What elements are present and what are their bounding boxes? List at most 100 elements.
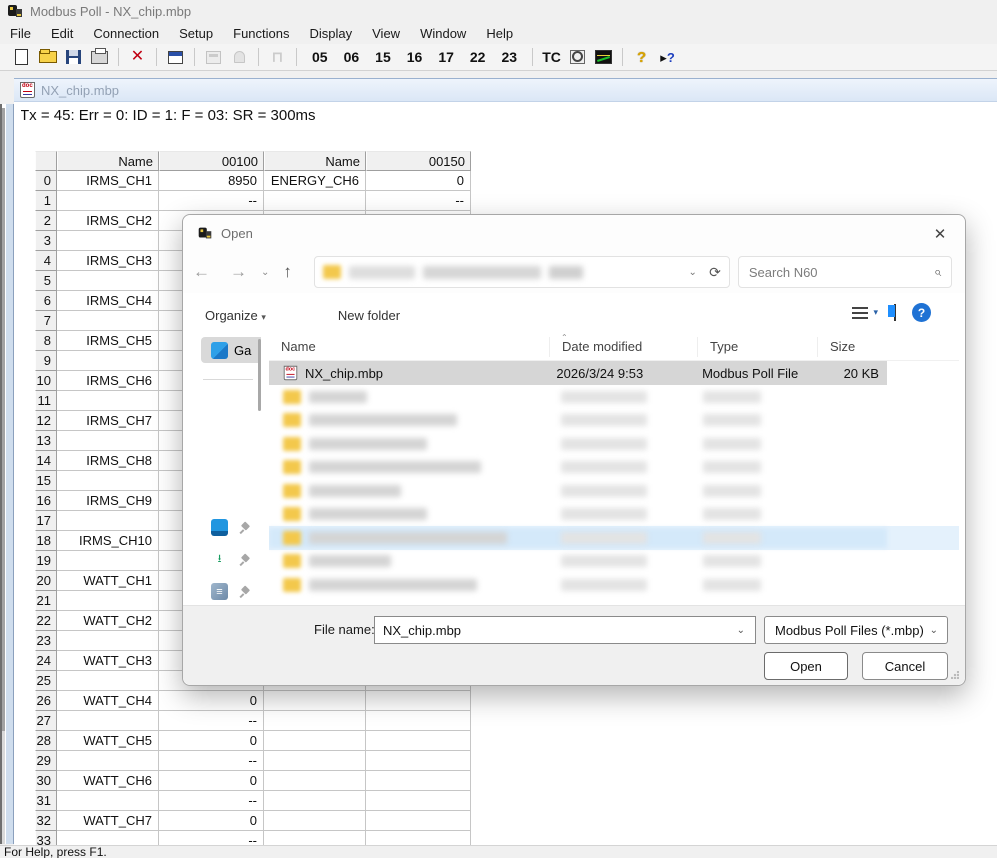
chart-icon[interactable] [592, 46, 615, 68]
back-icon[interactable]: ← [183, 262, 220, 282]
grid-cell[interactable]: IRMS_CH5 [57, 331, 159, 351]
grid-cell[interactable]: ENERGY_CH6 [264, 171, 366, 191]
redacted-row[interactable] [269, 385, 959, 409]
grid-cell[interactable] [57, 791, 159, 811]
sidebar-scrollbar[interactable] [258, 339, 261, 411]
pulse-icon[interactable]: ⊓ [266, 46, 289, 68]
grid-cell[interactable]: IRMS_CH9 [57, 491, 159, 511]
grid-cell[interactable]: 0 [159, 811, 264, 831]
address-bar[interactable]: ⌄ ⟳ [314, 256, 730, 288]
new-folder-button[interactable]: New folder [328, 308, 410, 323]
grid-cell[interactable] [57, 391, 159, 411]
grid-cell[interactable] [264, 731, 366, 751]
grid-cell[interactable] [57, 671, 159, 691]
redacted-row[interactable] [269, 432, 959, 456]
column-header-type[interactable]: Type [697, 337, 817, 357]
function-button-17[interactable]: 17 [434, 49, 458, 65]
sidebar-item-desktop[interactable] [211, 519, 250, 536]
grid-cell[interactable] [366, 711, 471, 731]
column-header-size[interactable]: Size [817, 337, 897, 357]
grid-cell[interactable]: WATT_CH4 [57, 691, 159, 711]
function-button-15[interactable]: 15 [371, 49, 395, 65]
grid-cell[interactable] [57, 751, 159, 771]
menu-item-setup[interactable]: Setup [169, 23, 223, 44]
grid-cell[interactable]: -- [159, 791, 264, 811]
grid-cell[interactable]: WATT_CH3 [57, 651, 159, 671]
grid-cell[interactable] [57, 271, 159, 291]
forward-icon[interactable]: → [220, 262, 257, 282]
organize-button[interactable]: Organize ▾ [195, 308, 276, 323]
grid-cell[interactable] [57, 471, 159, 491]
grid-cell[interactable] [57, 191, 159, 211]
vertical-scrollbar[interactable] [0, 104, 21, 844]
grid-cell[interactable]: WATT_CH7 [57, 811, 159, 831]
grid-cell[interactable]: 0 [159, 731, 264, 751]
resize-grip[interactable] [951, 671, 959, 679]
context-help-icon[interactable]: ▸? [656, 46, 679, 68]
close-icon[interactable]: ✕ [929, 223, 951, 245]
grid-cell[interactable]: IRMS_CH10 [57, 531, 159, 551]
sidebar-item-downloads[interactable]: ⭳ [211, 551, 250, 568]
grid-cell[interactable] [366, 691, 471, 711]
redacted-row-highlighted[interactable] [269, 526, 959, 550]
redacted-row[interactable] [269, 503, 959, 527]
grid-cell[interactable]: WATT_CH2 [57, 611, 159, 631]
grid-cell[interactable]: WATT_CH1 [57, 571, 159, 591]
open-button[interactable]: Open [764, 652, 848, 680]
redacted-row[interactable] [269, 456, 959, 480]
grid-cell[interactable]: -- [159, 191, 264, 211]
up-icon[interactable]: ↑ [273, 262, 302, 282]
grid-cell[interactable]: 8950 [159, 171, 264, 191]
search-input[interactable]: Search N60 ⌕ [738, 256, 952, 288]
menu-item-functions[interactable]: Functions [223, 23, 299, 44]
cancel-button[interactable]: Cancel [862, 652, 948, 680]
dialog-title-bar[interactable]: Open ✕ [183, 215, 965, 251]
grid-cell[interactable] [264, 791, 366, 811]
window-setup-icon[interactable] [164, 46, 187, 68]
redacted-row[interactable] [269, 573, 959, 597]
file-row-selected[interactable]: NX_chip.mbp 2026/3/24 9:53 Modbus Poll F… [269, 361, 887, 385]
function-button-05[interactable]: 05 [308, 49, 332, 65]
help-icon[interactable]: ? [630, 46, 653, 68]
delete-icon[interactable]: ✕ [126, 46, 149, 68]
sidebar-item-gallery[interactable]: Ga [201, 337, 261, 363]
file-name-input[interactable]: NX_chip.mbp ⌄ [374, 616, 756, 644]
address-dropdown-icon[interactable]: ⌄ [689, 267, 697, 278]
open-icon[interactable] [36, 46, 59, 68]
grid-cell[interactable] [264, 771, 366, 791]
grid-cell[interactable]: IRMS_CH7 [57, 411, 159, 431]
function-button-16[interactable]: 16 [403, 49, 427, 65]
history-chevron-icon[interactable]: ⌄ [257, 267, 273, 278]
redacted-row[interactable] [269, 550, 959, 574]
alarm-icon[interactable] [228, 46, 251, 68]
menu-item-file[interactable]: File [0, 23, 41, 44]
grid-cell[interactable]: WATT_CH5 [57, 731, 159, 751]
grid-cell[interactable]: IRMS_CH3 [57, 251, 159, 271]
grid-cell[interactable] [57, 511, 159, 531]
menu-item-window[interactable]: Window [410, 23, 476, 44]
grid-cell[interactable]: 0 [159, 691, 264, 711]
test-center-button[interactable]: TC [540, 46, 563, 68]
grid-cell[interactable]: IRMS_CH1 [57, 171, 159, 191]
save-icon[interactable] [62, 46, 85, 68]
grid-cell[interactable]: IRMS_CH6 [57, 371, 159, 391]
grid-cell[interactable] [57, 631, 159, 651]
grid-cell[interactable] [57, 311, 159, 331]
file-name-dropdown-icon[interactable]: ⌄ [737, 625, 745, 636]
redacted-row[interactable] [269, 479, 959, 503]
poll-definition-icon[interactable] [202, 46, 225, 68]
menu-item-help[interactable]: Help [476, 23, 523, 44]
grid-cell[interactable] [264, 751, 366, 771]
view-list-button[interactable]: ▾ [852, 307, 878, 319]
grid-cell[interactable] [264, 711, 366, 731]
dialog-help-icon[interactable]: ? [912, 303, 931, 322]
grid-cell[interactable] [57, 551, 159, 571]
grid-cell[interactable] [57, 231, 159, 251]
grid-cell[interactable] [57, 591, 159, 611]
grid-cell[interactable]: IRMS_CH8 [57, 451, 159, 471]
refresh-icon[interactable]: ⟳ [709, 264, 721, 281]
grid-cell[interactable] [264, 811, 366, 831]
function-button-23[interactable]: 23 [497, 49, 521, 65]
grid-cell[interactable] [264, 691, 366, 711]
menu-item-view[interactable]: View [362, 23, 410, 44]
